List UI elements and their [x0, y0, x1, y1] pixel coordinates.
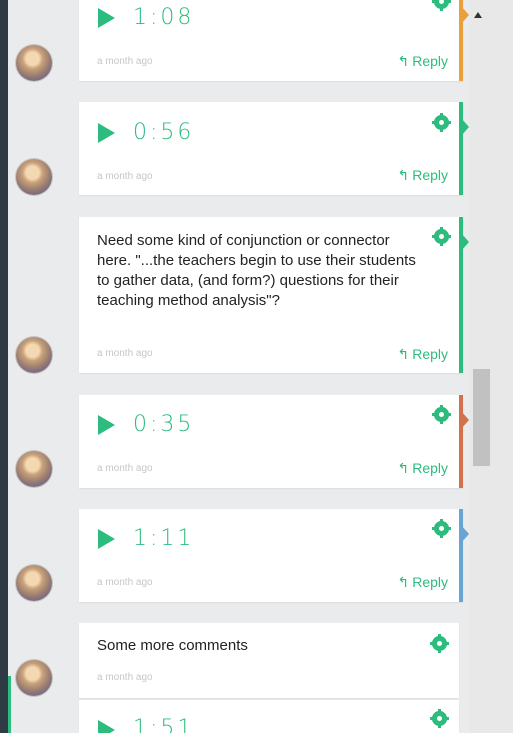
audio-duration: 1:08 [133, 5, 195, 30]
comment-card: 1:11 a month ago ↰ Reply [79, 509, 469, 602]
card-pointer [461, 233, 469, 251]
gear-icon[interactable] [430, 709, 449, 728]
reply-button[interactable]: ↰ Reply [397, 167, 448, 184]
gear-icon[interactable] [430, 634, 449, 653]
comment-text: Need some kind of conjunction or connect… [97, 232, 416, 309]
comment-card: 1:51 [79, 700, 459, 733]
avatar [16, 451, 52, 487]
comment-card: Some more comments a month ago [79, 623, 459, 698]
timestamp: a month ago [97, 348, 153, 359]
comment-card: 0:56 a month ago ↰ Reply [79, 102, 469, 195]
avatar [16, 337, 52, 373]
gear-icon[interactable] [432, 113, 451, 132]
avatar [16, 45, 52, 81]
avatar [16, 159, 52, 195]
card-pointer [461, 118, 469, 136]
scroll-up-arrow-icon[interactable] [474, 12, 482, 18]
card-pointer [461, 525, 469, 543]
play-icon[interactable] [98, 415, 115, 435]
audio-duration: 0:35 [133, 412, 195, 437]
gear-icon[interactable] [432, 227, 451, 246]
reply-button[interactable]: ↰ Reply [397, 574, 448, 591]
timestamp: a month ago [97, 577, 153, 588]
comment-card: 1:08 a month ago ↰ Reply [79, 0, 469, 81]
card-pointer [461, 411, 469, 429]
reply-button[interactable]: ↰ Reply [397, 346, 448, 363]
reply-icon: ↰ [397, 53, 410, 69]
play-icon[interactable] [98, 8, 115, 28]
play-icon[interactable] [98, 123, 115, 143]
reply-icon: ↰ [397, 346, 410, 362]
audio-duration: 1:11 [133, 526, 195, 551]
reply-icon: ↰ [397, 574, 410, 590]
scrollbar-track[interactable] [470, 0, 513, 733]
comment-card: Need some kind of conjunction or connect… [79, 217, 469, 373]
gear-icon[interactable] [432, 519, 451, 538]
reply-button[interactable]: ↰ Reply [397, 53, 448, 70]
reply-button[interactable]: ↰ Reply [397, 460, 448, 477]
scrollbar-thumb[interactable] [473, 369, 490, 466]
play-icon[interactable] [98, 529, 115, 549]
timestamp: a month ago [97, 672, 153, 683]
card-pointer [461, 6, 469, 24]
pane-accent-bar [8, 676, 11, 733]
comment-card: 0:35 a month ago ↰ Reply [79, 395, 469, 488]
timestamp: a month ago [97, 56, 153, 67]
timestamp: a month ago [97, 171, 153, 182]
comments-pane: 1:08 a month ago ↰ Reply 0:56 a month ago… [8, 0, 470, 733]
reply-icon: ↰ [397, 167, 410, 183]
avatar [16, 660, 52, 696]
gear-icon[interactable] [432, 405, 451, 424]
play-icon[interactable] [98, 720, 115, 733]
reply-icon: ↰ [397, 460, 410, 476]
timestamp: a month ago [97, 463, 153, 474]
audio-duration: 0:56 [133, 120, 195, 145]
gear-icon[interactable] [432, 0, 451, 11]
comment-text: Some more comments [97, 637, 248, 654]
audio-duration: 1:51 [133, 716, 195, 733]
avatar [16, 565, 52, 601]
